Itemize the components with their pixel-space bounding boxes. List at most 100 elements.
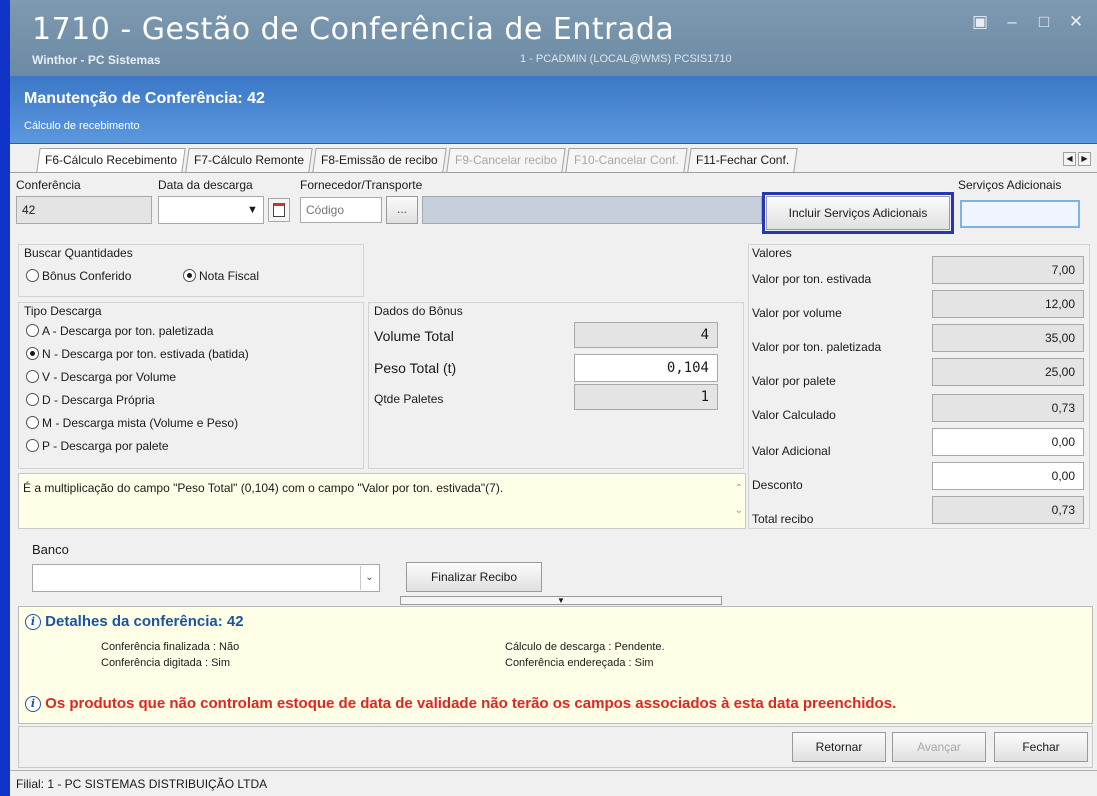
radio-circle bbox=[26, 393, 39, 406]
close-icon[interactable]: ✕ bbox=[1067, 12, 1085, 32]
fornecedor-codigo-input[interactable] bbox=[300, 197, 382, 223]
tab-emissao-recibo[interactable]: F8-Emissão de recibo bbox=[312, 148, 447, 172]
details-title-row: i Detalhes da conferência: 42 bbox=[25, 613, 244, 630]
scroll-right-icon[interactable]: ▶ bbox=[1078, 152, 1091, 166]
fornecedor-search-button[interactable]: ... bbox=[386, 196, 418, 224]
radio-descarga-n[interactable]: N - Descarga por ton. estivada (batida) bbox=[26, 347, 249, 361]
radio-bonus-conferido[interactable]: Bônus Conferido bbox=[26, 269, 131, 283]
date-dropdown-icon[interactable]: ▼ bbox=[247, 204, 258, 216]
calculation-hint: É a multiplicação do campo "Peso Total" … bbox=[18, 473, 746, 529]
volume-total-label: Volume Total bbox=[374, 328, 454, 344]
valor-ton-estivada-field: 7,00 bbox=[932, 256, 1084, 284]
banco-select[interactable] bbox=[32, 564, 380, 592]
valor-palete-field: 25,00 bbox=[932, 358, 1084, 386]
info-icon: i bbox=[25, 696, 41, 712]
tab-strip: F6-Cálculo Recebimento F7-Cálculo Remont… bbox=[36, 148, 799, 172]
radio-descarga-m[interactable]: M - Descarga mista (Volume e Peso) bbox=[26, 416, 238, 430]
tab-calculo-remonte[interactable]: F7-Cálculo Remonte bbox=[185, 148, 313, 172]
total-recibo-field: 0,73 bbox=[932, 496, 1084, 524]
tab-divider bbox=[10, 172, 1097, 173]
tab-cancelar-recibo[interactable]: F9-Cancelar recibo bbox=[446, 148, 566, 172]
window-controls: ▣ – □ ✕ bbox=[971, 12, 1085, 32]
radio-circle bbox=[26, 370, 39, 383]
finalizar-recibo-button[interactable]: Finalizar Recibo bbox=[406, 562, 542, 592]
volume-total-field: 4 bbox=[574, 322, 718, 348]
calendar-button[interactable] bbox=[268, 198, 290, 222]
tab-calculo-recebimento[interactable]: F6-Cálculo Recebimento bbox=[36, 148, 186, 172]
radio-circle bbox=[26, 439, 39, 452]
valor-volume-label: Valor por volume bbox=[752, 306, 842, 320]
conferencia-digitada: Conferência digitada : Sim bbox=[101, 657, 231, 669]
details-panel: i Detalhes da conferência: 42 Conferênci… bbox=[18, 606, 1093, 724]
conferencia-enderecada: Conferência endereçada : Sim bbox=[505, 657, 654, 669]
banco-label: Banco bbox=[32, 542, 69, 557]
radio-circle bbox=[26, 269, 39, 282]
total-recibo-label: Total recibo bbox=[752, 512, 814, 526]
chevron-down-icon[interactable]: ⌄ bbox=[360, 566, 378, 590]
tab-cancelar-conf[interactable]: F10-Cancelar Conf. bbox=[565, 148, 688, 172]
tab-fechar-conf[interactable]: F11-Fechar Conf. bbox=[686, 148, 798, 172]
application-window: 1710 - Gestão de Conferência de Entrada … bbox=[0, 0, 1097, 796]
avancar-button[interactable]: Avançar bbox=[892, 732, 986, 762]
page-title: Manutenção de Conferência: 42 bbox=[24, 90, 265, 107]
radio-circle bbox=[26, 324, 39, 337]
header-band: Manutenção de Conferência: 42 Cálculo de… bbox=[10, 76, 1097, 144]
conferencia-finalizada: Conferência finalizada : Não bbox=[101, 641, 240, 653]
hint-scrollbar[interactable]: ⌃ ⌄ bbox=[735, 478, 743, 522]
fornecedor-name-field bbox=[422, 196, 762, 224]
client-area: Manutenção de Conferência: 42 Cálculo de… bbox=[10, 76, 1097, 796]
dados-bonus-title: Dados do Bônus bbox=[374, 304, 463, 318]
radio-circle bbox=[26, 416, 39, 429]
valor-adicional-field[interactable]: 0,00 bbox=[932, 428, 1084, 456]
conferencia-field[interactable]: 42 bbox=[16, 196, 152, 224]
highlight-box bbox=[762, 192, 954, 234]
retornar-button[interactable]: Retornar bbox=[792, 732, 886, 762]
session-info: 1 - PCADMIN (LOCAL@WMS) PCSIS1710 bbox=[520, 53, 732, 65]
title-bar[interactable]: 1710 - Gestão de Conferência de Entrada … bbox=[10, 0, 1097, 76]
valor-palete-label: Valor por palete bbox=[752, 374, 836, 388]
radio-circle-selected bbox=[183, 269, 196, 282]
page-subtitle: Cálculo de recebimento bbox=[24, 120, 140, 132]
fechar-button[interactable]: Fechar bbox=[994, 732, 1088, 762]
radio-nota-fiscal[interactable]: Nota Fiscal bbox=[183, 269, 259, 283]
radio-descarga-v[interactable]: V - Descarga por Volume bbox=[26, 370, 176, 384]
servicos-adicionais-field[interactable] bbox=[960, 200, 1080, 228]
valor-calculado-field: 0,73 bbox=[932, 394, 1084, 422]
window-subtitle: Winthor - PC Sistemas bbox=[32, 53, 161, 67]
fornecedor-label: Fornecedor/Transporte bbox=[300, 178, 423, 192]
valor-adicional-label: Valor Adicional bbox=[752, 444, 831, 458]
peso-total-label: Peso Total (t) bbox=[374, 360, 457, 376]
peso-total-field[interactable]: 0,104 bbox=[574, 354, 718, 382]
tipo-descarga-title: Tipo Descarga bbox=[24, 304, 102, 318]
tab-scroll-buttons: ◀ ▶ bbox=[1063, 152, 1091, 166]
valor-calculado-label: Valor Calculado bbox=[752, 408, 836, 422]
valor-volume-field: 12,00 bbox=[932, 290, 1084, 318]
valor-ton-paletizada-label: Valor por ton. paletizada bbox=[752, 340, 882, 354]
info-icon: i bbox=[25, 614, 41, 630]
hint-text: É a multiplicação do campo "Peso Total" … bbox=[23, 481, 504, 495]
maximize-icon[interactable]: □ bbox=[1035, 12, 1053, 32]
minimize-icon[interactable]: – bbox=[1003, 12, 1021, 32]
restore-icon[interactable]: ▣ bbox=[971, 12, 989, 32]
calendar-icon bbox=[273, 203, 285, 217]
radio-descarga-d[interactable]: D - Descarga Própria bbox=[26, 393, 155, 407]
calculo-descarga: Cálculo de descarga : Pendente. bbox=[505, 641, 665, 653]
valor-ton-paletizada-field: 35,00 bbox=[932, 324, 1084, 352]
radio-descarga-p[interactable]: P - Descarga por palete bbox=[26, 439, 169, 453]
panel-splitter[interactable]: ▼ bbox=[400, 596, 722, 605]
servicos-adicionais-label: Serviços Adicionais bbox=[958, 178, 1062, 192]
status-bar: Filial: 1 - PC SISTEMAS DISTRIBUIÇÃO LTD… bbox=[10, 770, 1097, 796]
radio-circle-selected bbox=[26, 347, 39, 360]
radio-descarga-a[interactable]: A - Descarga por ton. paletizada bbox=[26, 324, 213, 338]
desconto-label: Desconto bbox=[752, 478, 803, 492]
valores-title: Valores bbox=[752, 246, 792, 260]
scroll-left-icon[interactable]: ◀ bbox=[1063, 152, 1076, 166]
valor-ton-estivada-label: Valor por ton. estivada bbox=[752, 272, 872, 286]
window-title: 1710 - Gestão de Conferência de Entrada bbox=[32, 12, 675, 47]
conferencia-label: Conferência bbox=[16, 178, 81, 192]
warning-row: i Os produtos que não controlam estoque … bbox=[25, 695, 896, 712]
buscar-quantidades-title: Buscar Quantidades bbox=[24, 246, 133, 260]
desconto-field[interactable]: 0,00 bbox=[932, 462, 1084, 490]
data-descarga-label: Data da descarga bbox=[158, 178, 253, 192]
qtde-paletes-label: Qtde Paletes bbox=[374, 392, 444, 406]
